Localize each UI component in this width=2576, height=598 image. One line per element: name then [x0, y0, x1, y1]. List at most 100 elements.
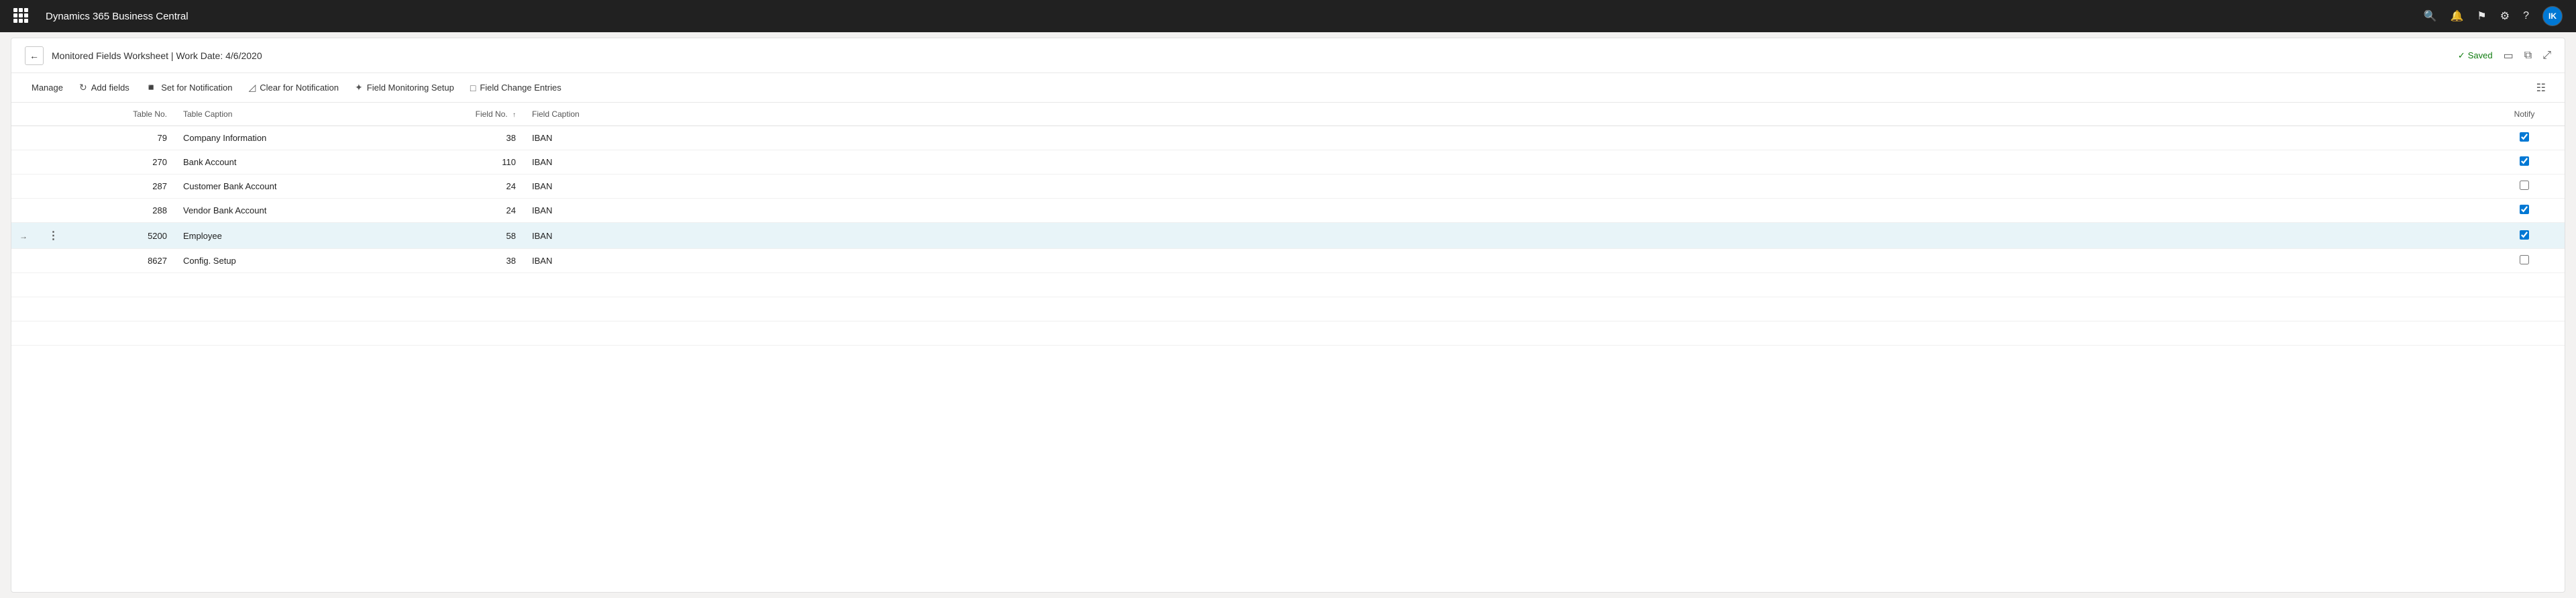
data-table-wrapper: Table No. Table Caption Field No. ↑ Fiel… [11, 103, 2565, 592]
clear-for-notification-label: Clear for Notification [260, 83, 339, 93]
set-for-notification-button[interactable]: ◾ Set for Notification [139, 79, 239, 97]
clear-for-notification-button[interactable]: ◿ Clear for Notification [241, 79, 345, 97]
add-fields-label: Add fields [91, 83, 129, 93]
notify-checkbox[interactable] [2520, 205, 2529, 214]
row-table-no: 5200 [68, 223, 175, 249]
col-header-table-caption[interactable]: Table Caption [175, 103, 443, 126]
row-context-menu-button[interactable]: ⋮ [46, 229, 60, 242]
app-title: Dynamics 365 Business Central [46, 11, 189, 22]
manage-label: Manage [32, 83, 63, 93]
col-header-actions [38, 103, 68, 126]
bookmark-button[interactable]: ▭ [2504, 49, 2514, 62]
row-table-no: 270 [68, 150, 175, 175]
table-row[interactable]: 8627Config. Setup38IBAN [11, 249, 2565, 273]
row-table-no: 79 [68, 126, 175, 150]
page-header: ← Monitored Fields Worksheet | Work Date… [11, 38, 2565, 73]
row-notify-cell [2484, 249, 2565, 273]
row-arrow-cell [11, 175, 38, 199]
table-row[interactable]: 287Customer Bank Account24IBAN [11, 175, 2565, 199]
flag-icon[interactable]: ⚑ [2477, 9, 2486, 23]
app-launcher-icon[interactable] [13, 8, 30, 24]
col-header-indicator [11, 103, 38, 126]
row-arrow-cell: → [11, 223, 38, 249]
header-actions: ✓ Saved ▭ ⧉ ⤢ [2458, 49, 2551, 62]
search-icon[interactable]: 🔍 [2424, 9, 2437, 23]
page-title: Monitored Fields Worksheet | Work Date: … [52, 50, 262, 61]
row-field-caption: IBAN [524, 175, 2484, 199]
row-field-no: 110 [443, 150, 524, 175]
notify-checkbox[interactable] [2520, 181, 2529, 190]
row-table-caption: Config. Setup [175, 249, 443, 273]
row-notify-cell [2484, 126, 2565, 150]
expand-button[interactable]: ⤢ [2542, 50, 2551, 62]
row-field-no: 24 [443, 175, 524, 199]
back-button[interactable]: ← [25, 46, 44, 65]
saved-label: Saved [2468, 50, 2493, 60]
table-header-row: Table No. Table Caption Field No. ↑ Fiel… [11, 103, 2565, 126]
settings-icon[interactable]: ⚙ [2500, 9, 2510, 23]
table-row[interactable]: 79Company Information38IBAN [11, 126, 2565, 150]
row-table-caption: Bank Account [175, 150, 443, 175]
add-fields-button[interactable]: ↻ Add fields [72, 79, 136, 97]
notify-checkbox[interactable] [2520, 156, 2529, 166]
notify-checkbox[interactable] [2520, 230, 2529, 240]
row-arrow-cell [11, 199, 38, 223]
row-menu-cell [38, 126, 68, 150]
row-field-caption: IBAN [524, 150, 2484, 175]
table-body: 79Company Information38IBAN270Bank Accou… [11, 126, 2565, 346]
field-monitoring-icon: ✦ [355, 82, 363, 93]
row-field-no: 58 [443, 223, 524, 249]
row-notify-cell [2484, 175, 2565, 199]
row-table-no: 287 [68, 175, 175, 199]
user-avatar[interactable]: IK [2542, 6, 2563, 26]
col-header-field-no[interactable]: Field No. ↑ [443, 103, 524, 126]
monitored-fields-table: Table No. Table Caption Field No. ↑ Fiel… [11, 103, 2565, 346]
col-header-table-no[interactable]: Table No. [68, 103, 175, 126]
field-monitoring-setup-button[interactable]: ✦ Field Monitoring Setup [348, 79, 461, 97]
top-navigation-bar: Dynamics 365 Business Central 🔍 🔔 ⚑ ⚙ ? … [0, 0, 2576, 32]
set-for-notification-label: Set for Notification [161, 83, 232, 93]
row-notify-cell [2484, 199, 2565, 223]
table-row[interactable]: 270Bank Account110IBAN [11, 150, 2565, 175]
open-in-new-button[interactable]: ⧉ [2524, 50, 2532, 62]
row-menu-cell [38, 249, 68, 273]
row-notify-cell [2484, 223, 2565, 249]
notify-checkbox[interactable] [2520, 132, 2529, 142]
col-header-notify[interactable]: Notify [2484, 103, 2565, 126]
field-change-entries-button[interactable]: □ Field Change Entries [464, 79, 568, 97]
row-menu-cell [38, 150, 68, 175]
row-arrow-cell [11, 150, 38, 175]
sort-asc-icon: ↑ [513, 111, 516, 119]
filter-button[interactable]: ☷ [2531, 79, 2551, 97]
row-table-caption: Company Information [175, 126, 443, 150]
row-table-caption: Customer Bank Account [175, 175, 443, 199]
row-menu-cell [38, 199, 68, 223]
table-row[interactable]: → ⋮ 5200Employee58IBAN [11, 223, 2565, 249]
row-field-caption: IBAN [524, 249, 2484, 273]
empty-row [11, 321, 2565, 346]
top-bar-icons: 🔍 🔔 ⚑ ⚙ ? IK [2424, 6, 2563, 26]
empty-row [11, 273, 2565, 297]
manage-button[interactable]: Manage [25, 79, 70, 96]
notify-checkbox[interactable] [2520, 255, 2529, 264]
row-arrow-cell [11, 249, 38, 273]
clear-notification-icon: ◿ [248, 82, 256, 93]
page-container: ← Monitored Fields Worksheet | Work Date… [11, 38, 2565, 593]
row-arrow-icon: → [19, 232, 28, 241]
help-icon[interactable]: ? [2523, 10, 2529, 22]
table-row[interactable]: 288Vendor Bank Account24IBAN [11, 199, 2565, 223]
row-field-caption: IBAN [524, 126, 2484, 150]
row-table-caption: Vendor Bank Account [175, 199, 443, 223]
col-header-field-caption[interactable]: Field Caption [524, 103, 2484, 126]
field-monitoring-setup-label: Field Monitoring Setup [367, 83, 454, 93]
notifications-icon[interactable]: 🔔 [2450, 9, 2463, 23]
set-notification-icon: ◾ [146, 82, 157, 93]
toolbar: Manage ↻ Add fields ◾ Set for Notificati… [11, 73, 2565, 103]
row-menu-cell: ⋮ [38, 223, 68, 249]
row-table-caption: Employee [175, 223, 443, 249]
checkmark-icon: ✓ [2458, 50, 2465, 61]
row-field-caption: IBAN [524, 199, 2484, 223]
row-field-no: 38 [443, 126, 524, 150]
row-field-caption: IBAN [524, 223, 2484, 249]
row-notify-cell [2484, 150, 2565, 175]
